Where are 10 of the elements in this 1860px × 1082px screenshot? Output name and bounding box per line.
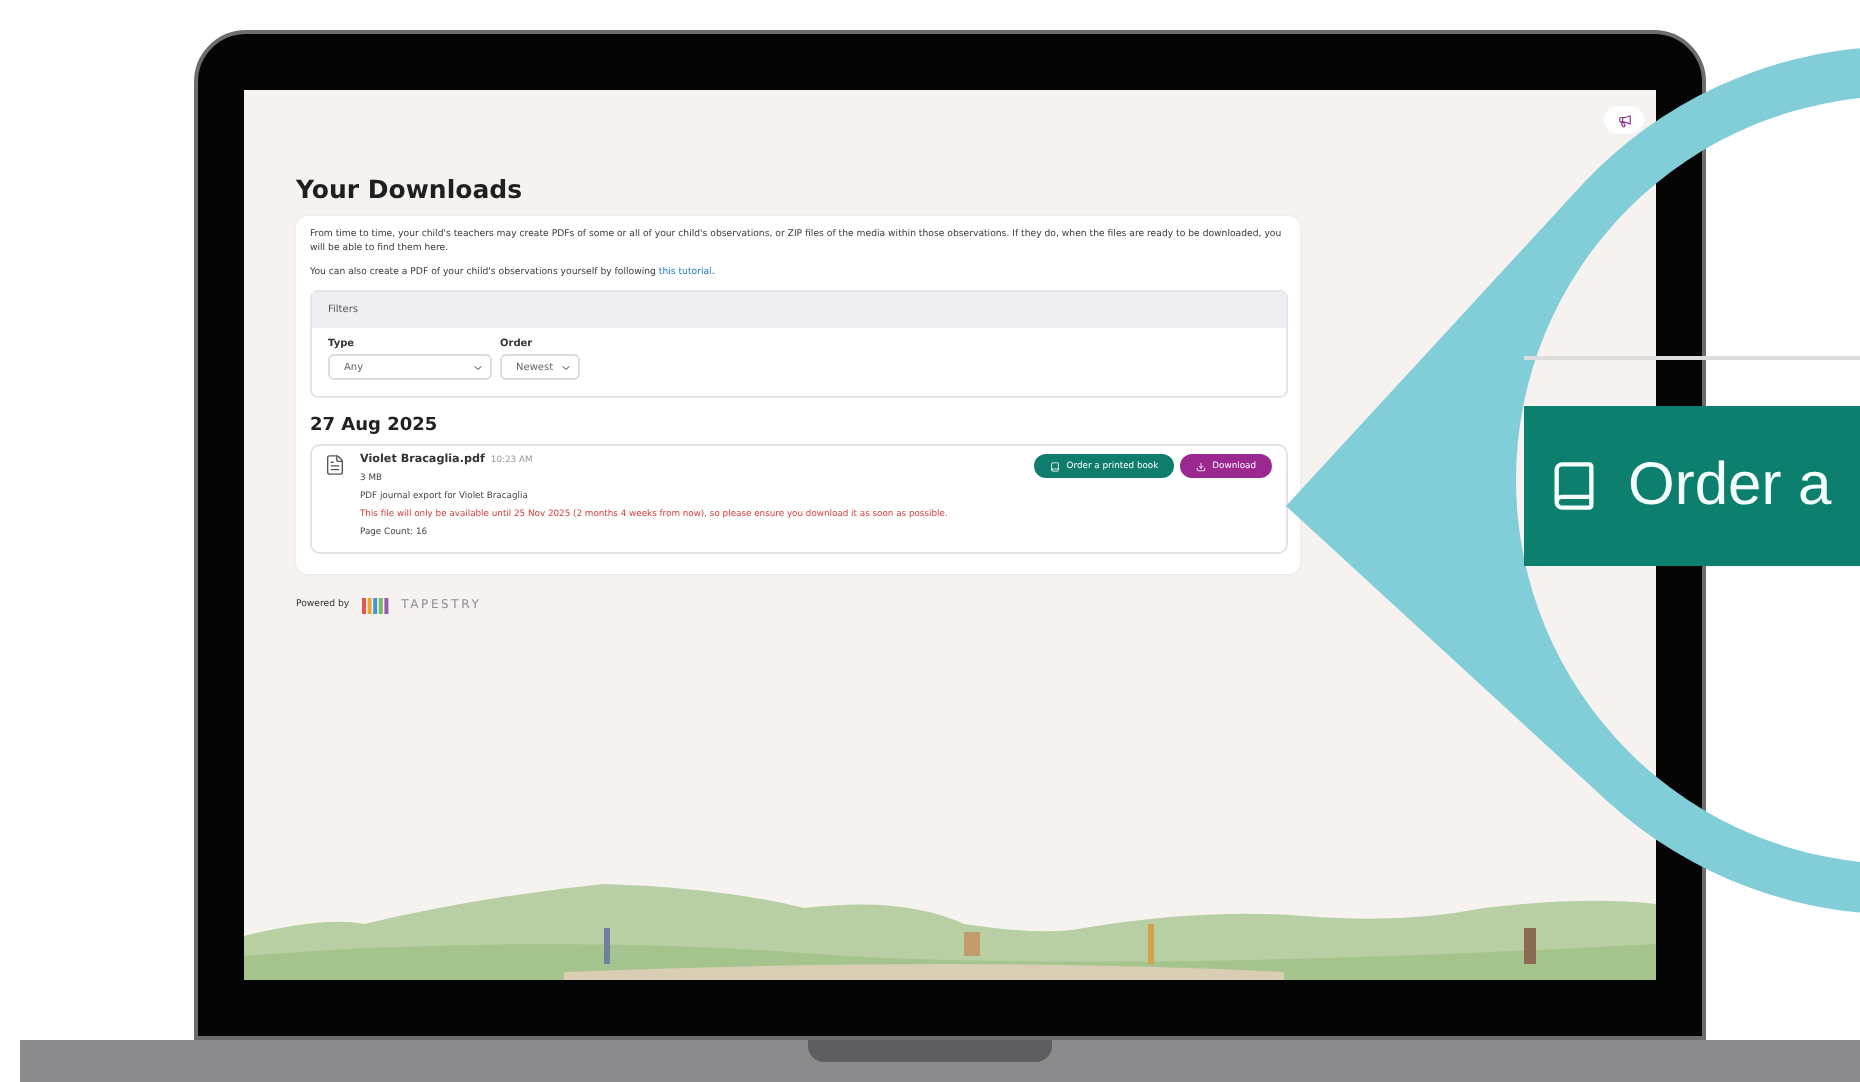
date-heading: 27 Aug 2025: [310, 416, 440, 436]
book-icon: [1050, 461, 1061, 471]
logo-icon: [361, 597, 390, 613]
page-title: Your Downloads: [296, 174, 525, 204]
announcements-button[interactable]: [1604, 106, 1644, 134]
megaphone-icon: [1617, 113, 1631, 127]
download-icon: [1196, 461, 1207, 471]
chevron-icon: [560, 361, 572, 373]
file-icon: [324, 454, 346, 476]
chevron-icon: [472, 361, 484, 373]
